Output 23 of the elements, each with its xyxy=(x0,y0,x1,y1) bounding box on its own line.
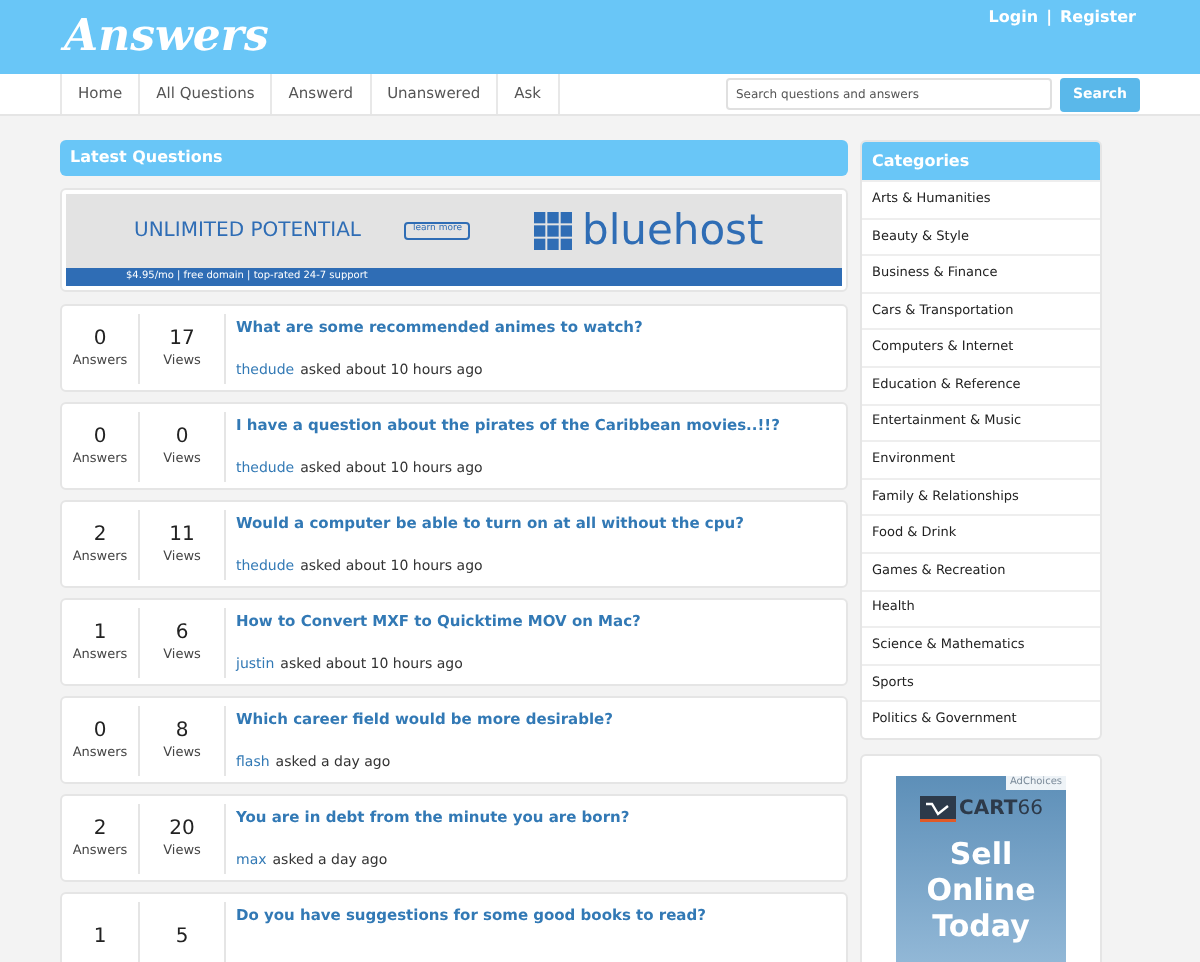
ad-headline: Sell Online Today xyxy=(924,836,1038,945)
answer-count: 0 xyxy=(93,717,107,744)
view-count: 11 xyxy=(169,521,195,548)
view-count: 0 xyxy=(175,423,189,450)
ad-brand: CART66 xyxy=(959,796,1043,825)
cart-logo-icon xyxy=(919,796,956,823)
answer-count: 1 xyxy=(93,923,107,949)
section-header: Latest Questions xyxy=(60,140,848,176)
view-count: 20 xyxy=(169,815,195,842)
view-count: 17 xyxy=(169,325,195,352)
view-count: 8 xyxy=(175,717,189,744)
answer-count: 0 xyxy=(93,423,107,450)
link-separator: | xyxy=(1046,6,1052,30)
view-count: 6 xyxy=(175,619,189,646)
answer-count: 1 xyxy=(93,619,107,646)
view-count: 5 xyxy=(175,923,189,949)
ad-brand: bluehost xyxy=(581,210,764,252)
answer-count: 0 xyxy=(93,325,107,352)
answer-count: 2 xyxy=(93,815,107,842)
answer-count: 2 xyxy=(93,521,107,548)
grid-logo-icon xyxy=(533,211,574,251)
section-header: Categories xyxy=(862,142,1100,180)
ad-headline: UNLIMITED POTENTIAL xyxy=(134,218,361,246)
